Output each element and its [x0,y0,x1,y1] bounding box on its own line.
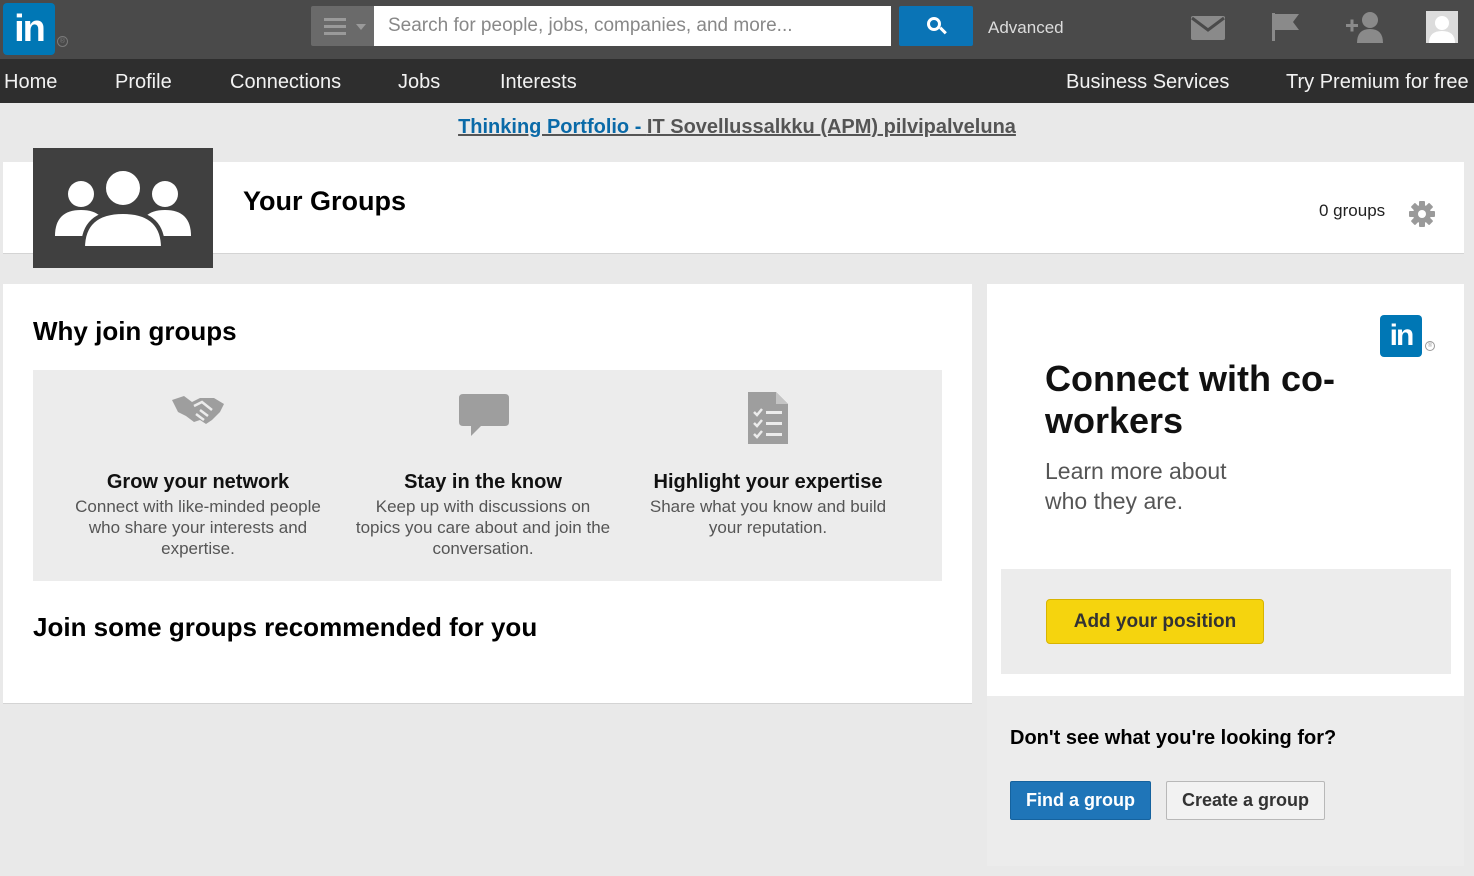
groups-count: 0 groups [1319,201,1386,220]
search-button[interactable] [899,6,973,46]
registered-mark-icon: ® [1425,341,1435,351]
create-group-button[interactable]: Create a group [1166,781,1325,820]
find-groups-title: Don't see what you're looking for? [1010,727,1337,749]
nav-try-premium[interactable]: Try Premium for free [1286,71,1469,94]
promo-link-brand: Thinking Portfolio - [458,116,647,138]
benefits-panel: Grow your network Connect with like-mind… [33,370,942,581]
main-nav: Home Profile Connections Jobs Interests … [0,59,1474,103]
section-title: Why join groups [33,316,237,346]
page-title: Your Groups [243,186,407,216]
advanced-search-link[interactable]: Advanced [988,18,1064,38]
nav-jobs[interactable]: Jobs [398,71,440,94]
linkedin-ad-logo: in [1380,315,1422,357]
messages-icon[interactable] [1191,16,1225,40]
gear-icon[interactable] [1408,200,1436,228]
benefit-title: Grow your network [106,471,290,493]
benefit-grow-network: Grow your network Connect with like-mind… [48,370,348,581]
chevron-down-icon [356,24,366,30]
nav-interests[interactable]: Interests [500,71,577,94]
benefit-highlight-expertise: Highlight your expertise Share what you … [618,370,918,581]
benefit-title: Highlight your expertise [653,471,883,493]
notifications-flag-icon[interactable] [1271,12,1301,42]
find-group-button[interactable]: Find a group [1010,781,1151,820]
nav-business-services[interactable]: Business Services [1066,71,1229,94]
nav-profile[interactable]: Profile [115,71,172,94]
nav-connections[interactable]: Connections [230,71,341,94]
ad-subtext: Learn more about who they are. [1045,458,1227,514]
add-position-button[interactable]: Add your position [1046,599,1264,644]
benefit-description: Share what you know and build your reput… [649,497,887,537]
benefit-description: Connect with like-minded people who shar… [75,497,321,558]
add-connections-icon[interactable] [1346,11,1384,43]
benefit-title: Stay in the know [404,471,562,493]
linkedin-logo[interactable]: in [3,3,55,55]
search-input[interactable] [374,6,891,46]
recommended-groups-title: Join some groups recommended for you [33,612,538,642]
profile-avatar-icon[interactable] [1426,11,1458,43]
search-category-menu-button[interactable] [311,6,374,46]
groups-avatar [33,148,213,268]
hamburger-icon [324,18,346,39]
nav-home[interactable]: Home [4,71,57,94]
ad-headline: Connect with co-workers [1045,358,1335,441]
benefit-description: Keep up with discussions on topics you c… [355,497,611,558]
your-groups-header [3,162,1464,254]
registered-mark-icon: ® [57,36,68,47]
benefit-stay-in-know: Stay in the know Keep up with discussion… [333,370,633,581]
group-people-icon [55,167,191,250]
promo-link[interactable]: Thinking Portfolio - IT Sovellussalkku (… [0,116,1474,139]
speech-bubble-icon [459,394,509,436]
handshake-icon [172,396,224,424]
promo-link-text: IT Sovellussalkku (APM) pilvipalveluna [646,116,1016,138]
checklist-document-icon [748,392,788,444]
